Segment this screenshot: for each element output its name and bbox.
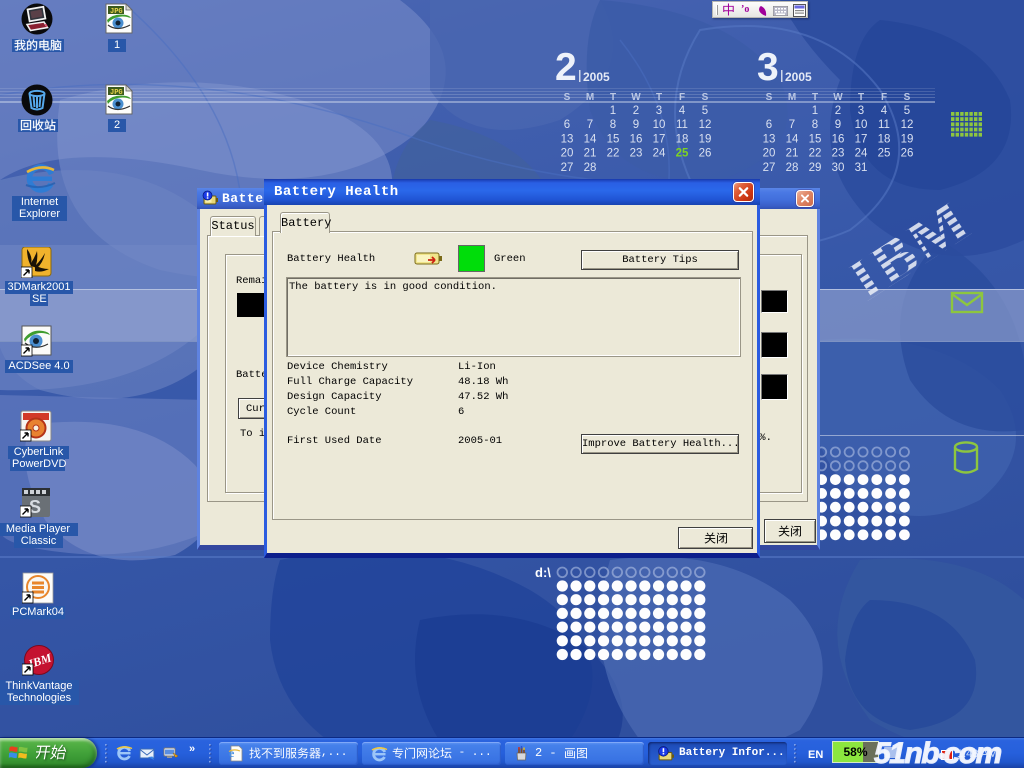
svg-text:2: 2 <box>835 105 841 117</box>
svg-text:8: 8 <box>610 119 616 131</box>
svg-text:15: 15 <box>607 133 620 145</box>
svg-text:S: S <box>766 92 773 103</box>
svg-text:14: 14 <box>786 133 799 145</box>
svg-text:28: 28 <box>584 162 597 174</box>
svg-text:3: 3 <box>757 46 779 89</box>
svg-text:17: 17 <box>653 133 666 145</box>
svg-text:23: 23 <box>832 148 845 160</box>
svg-text:6: 6 <box>766 119 772 131</box>
svg-text:25: 25 <box>676 148 689 160</box>
svg-text:d:\: d:\ <box>535 565 551 580</box>
svg-text:30: 30 <box>832 162 845 174</box>
svg-text:11: 11 <box>878 119 890 131</box>
svg-text:W: W <box>631 92 641 103</box>
svg-text:S: S <box>564 92 571 103</box>
svg-text:T: T <box>656 92 662 103</box>
svg-text:19: 19 <box>699 133 712 145</box>
svg-text:S: S <box>702 92 709 103</box>
svg-text:5: 5 <box>702 105 708 117</box>
svg-text:6: 6 <box>564 119 570 131</box>
svg-text:7: 7 <box>587 119 593 131</box>
svg-text:23: 23 <box>630 148 643 160</box>
svg-text:M: M <box>586 92 594 103</box>
svg-text:22: 22 <box>607 148 620 160</box>
svg-text:31: 31 <box>855 162 868 174</box>
svg-text:10: 10 <box>855 119 868 131</box>
svg-text:18: 18 <box>878 133 891 145</box>
svg-text:T: T <box>858 92 864 103</box>
svg-text:1: 1 <box>812 105 818 117</box>
svg-text:12: 12 <box>901 119 914 131</box>
svg-text:T: T <box>812 92 818 103</box>
svg-text:S: S <box>904 92 911 103</box>
svg-text:20: 20 <box>561 148 574 160</box>
svg-text:29: 29 <box>809 162 822 174</box>
svg-text:21: 21 <box>584 148 597 160</box>
svg-text:2005: 2005 <box>583 70 610 84</box>
svg-text:11: 11 <box>676 119 688 131</box>
svg-text:17: 17 <box>855 133 868 145</box>
svg-text:M: M <box>788 92 796 103</box>
svg-text:27: 27 <box>561 162 574 174</box>
svg-text:16: 16 <box>630 133 643 145</box>
svg-text:21: 21 <box>786 148 799 160</box>
svg-text:T: T <box>610 92 616 103</box>
svg-text:26: 26 <box>901 148 914 160</box>
svg-text:26: 26 <box>699 148 712 160</box>
svg-text:9: 9 <box>835 119 841 131</box>
svg-text:F: F <box>679 92 685 103</box>
svg-text:18: 18 <box>676 133 689 145</box>
svg-text:16: 16 <box>832 133 845 145</box>
svg-text:15: 15 <box>809 133 822 145</box>
svg-text:27: 27 <box>763 162 776 174</box>
svg-text:14: 14 <box>584 133 597 145</box>
svg-text:13: 13 <box>763 133 776 145</box>
svg-text:3: 3 <box>858 105 864 117</box>
svg-text:12: 12 <box>699 119 712 131</box>
svg-text:2005: 2005 <box>785 70 812 84</box>
svg-text:2: 2 <box>633 105 639 117</box>
svg-text:2: 2 <box>555 46 577 89</box>
svg-text:22: 22 <box>809 148 822 160</box>
svg-text:F: F <box>881 92 887 103</box>
svg-text:19: 19 <box>901 133 914 145</box>
svg-text:e: e <box>229 746 235 760</box>
svg-text:3: 3 <box>656 105 662 117</box>
svg-text:28: 28 <box>786 162 799 174</box>
svg-text:24: 24 <box>855 148 868 160</box>
svg-text:5: 5 <box>904 105 910 117</box>
svg-text:W: W <box>833 92 843 103</box>
svg-text:8: 8 <box>812 119 818 131</box>
svg-text:10: 10 <box>653 119 666 131</box>
svg-text:7: 7 <box>789 119 795 131</box>
svg-text:25: 25 <box>878 148 891 160</box>
svg-text:9: 9 <box>633 119 639 131</box>
svg-text:1: 1 <box>610 105 616 117</box>
svg-text:4: 4 <box>679 105 686 117</box>
svg-text:4: 4 <box>881 105 888 117</box>
svg-text:13: 13 <box>561 133 574 145</box>
svg-text:24: 24 <box>653 148 666 160</box>
svg-text:20: 20 <box>763 148 776 160</box>
